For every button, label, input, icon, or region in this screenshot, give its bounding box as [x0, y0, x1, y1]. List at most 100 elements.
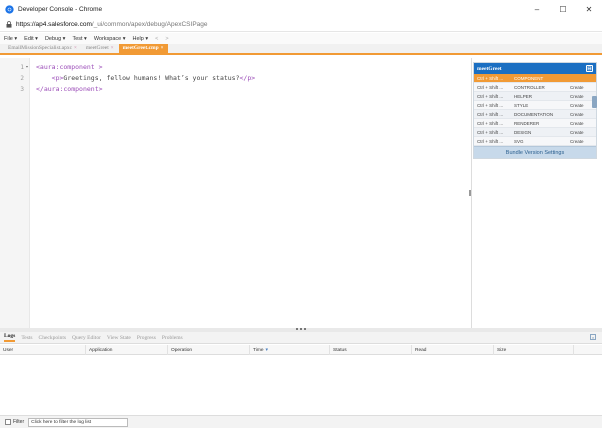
- fold-arrow-icon[interactable]: ▾: [24, 65, 30, 70]
- grip-icon: [296, 328, 306, 331]
- code-line: 2 <p>Greetings, fellow humans! What’s yo…: [0, 73, 255, 83]
- filter-label: Filter: [13, 419, 25, 425]
- code-line: 3 </aura:component>: [0, 84, 102, 94]
- bundle-row-design[interactable]: Ctrl + Shift ... DESIGN Create: [474, 128, 596, 137]
- shortcut-label: Ctrl + Shift ...: [477, 120, 504, 126]
- code-editor[interactable]: 1 ▾ <aura:component > 2 <p>Greetings, fe…: [0, 58, 472, 328]
- create-link[interactable]: Create: [570, 130, 594, 135]
- shortcut-label: Ctrl + Shift ...: [477, 111, 504, 117]
- create-link[interactable]: Create: [570, 139, 594, 144]
- filter-input[interactable]: Click here to filter the log list: [28, 417, 129, 427]
- editor-resize-handle[interactable]: [469, 190, 471, 196]
- column-label: Operation: [171, 347, 193, 353]
- column-label: Time: [253, 347, 264, 353]
- close-panel-icon[interactable]: ×: [590, 334, 596, 340]
- url-path: /_ui/common/apex/debug/ApexCSIPage: [91, 21, 208, 28]
- tab-view-state[interactable]: View State: [107, 335, 131, 341]
- column-label: Size: [497, 347, 507, 353]
- address-bar[interactable]: https://ap4.salesforce.com/_ui/common/ap…: [0, 18, 602, 32]
- tab-query-editor[interactable]: Query Editor: [72, 335, 101, 341]
- line-number: 1: [20, 63, 24, 71]
- menu-debug[interactable]: Debug ▾: [45, 36, 66, 42]
- shortcut-label: Ctrl + Shift ...: [477, 138, 504, 144]
- tab-meetgreet[interactable]: meetGreet ×: [82, 44, 118, 53]
- create-link[interactable]: Create: [570, 103, 594, 108]
- tab-checkpoints[interactable]: Checkpoints: [39, 335, 67, 341]
- window-controls: – ☐ ✕: [524, 0, 602, 18]
- bundle-item-name: HELPER: [514, 93, 533, 99]
- bundle-item-name: COMPONENT: [514, 75, 544, 81]
- menu-edit[interactable]: Edit ▾: [24, 36, 38, 42]
- lock-icon: [6, 21, 12, 28]
- filter-checkbox[interactable]: [5, 419, 11, 425]
- url-text[interactable]: https://ap4.salesforce.com/_ui/common/ap…: [16, 21, 208, 28]
- close-tab-icon[interactable]: ×: [74, 46, 77, 51]
- bottom-panel: Logs Tests Checkpoints Query Editor View…: [0, 332, 602, 434]
- close-tab-icon[interactable]: ×: [111, 46, 114, 51]
- bundle-header: meetGreet ⊟: [474, 63, 596, 74]
- tab-tests[interactable]: Tests: [21, 335, 32, 341]
- bundle-item-name: RENDERER: [514, 120, 540, 126]
- shortcut-label: Ctrl + Shift ...: [477, 84, 504, 90]
- code-tag: </p>: [239, 74, 256, 82]
- bundle-row-documentation[interactable]: Ctrl + Shift ... DOCUMENTATION Create: [474, 110, 596, 119]
- code-tag: <aura:component >: [36, 63, 103, 71]
- bundle-row-style[interactable]: Ctrl + Shift ... STYLE Create: [474, 101, 596, 110]
- bundle-row-helper[interactable]: Ctrl + Shift ... HELPER Create: [474, 92, 596, 101]
- window-titlebar: Developer Console - Chrome – ☐ ✕: [0, 0, 602, 18]
- side-panel-toggle[interactable]: [592, 96, 597, 108]
- line-gutter: [0, 58, 30, 328]
- menu-help[interactable]: Help ▾: [133, 36, 149, 42]
- nav-back-button[interactable]: <: [155, 36, 158, 42]
- collapse-icon[interactable]: ⊟: [586, 65, 593, 72]
- bundle-row-renderer[interactable]: Ctrl + Shift ... RENDERER Create: [474, 119, 596, 128]
- window-title: Developer Console - Chrome: [18, 5, 103, 13]
- shortcut-label: Ctrl + Shift ...: [477, 75, 504, 81]
- code-tag: </aura:component>: [36, 85, 103, 93]
- bundle-item-name: DOCUMENTATION: [514, 111, 554, 117]
- column-user[interactable]: User: [0, 345, 86, 355]
- column-label: Application: [89, 347, 113, 353]
- filter-bar: Filter Click here to filter the log list: [0, 415, 602, 428]
- close-tab-icon[interactable]: ×: [161, 46, 164, 51]
- tab-meetgreet-cmp[interactable]: meetGreet.cmp ×: [118, 44, 168, 53]
- close-window-button[interactable]: ✕: [576, 0, 602, 18]
- column-size[interactable]: Size: [494, 345, 574, 355]
- tab-label: meetGreet: [85, 45, 109, 51]
- menu-file[interactable]: File ▾: [4, 36, 17, 42]
- create-link[interactable]: Create: [570, 85, 594, 90]
- minimize-button[interactable]: –: [524, 0, 550, 18]
- line-number: 2: [20, 74, 24, 82]
- column-time[interactable]: Time ▾: [250, 345, 330, 355]
- file-tabs: EmailMissionSpecialist.apxc × meetGreet …: [0, 44, 602, 55]
- bundle-row-controller[interactable]: Ctrl + Shift ... CONTROLLER Create: [474, 83, 596, 92]
- line-number: 3: [20, 85, 24, 93]
- create-link[interactable]: Create: [570, 121, 594, 126]
- shortcut-label: Ctrl + Shift ...: [477, 102, 504, 108]
- bundle-item-name: SVG: [514, 138, 524, 144]
- create-link[interactable]: Create: [570, 112, 594, 117]
- shortcut-label: Ctrl + Shift ...: [477, 93, 504, 99]
- log-table-body: [0, 355, 602, 415]
- bundle-row-component[interactable]: Ctrl + Shift ... COMPONENT: [474, 74, 596, 83]
- menu-workspace[interactable]: Workspace ▾: [94, 36, 126, 42]
- column-status[interactable]: Status: [330, 345, 412, 355]
- tab-progress[interactable]: Progress: [137, 335, 156, 341]
- code-tag: <p>: [51, 74, 64, 82]
- sort-down-icon: ▾: [265, 347, 268, 353]
- menu-test[interactable]: Test ▾: [72, 36, 86, 42]
- tab-logs[interactable]: Logs: [4, 333, 16, 342]
- code-text: Greetings, fellow humans! What’s your st…: [63, 74, 240, 82]
- bundle-version-settings-button[interactable]: Bundle Version Settings: [474, 146, 596, 158]
- bundle-row-svg[interactable]: Ctrl + Shift ... SVG Create: [474, 137, 596, 146]
- nav-forward-button[interactable]: >: [165, 36, 168, 42]
- tab-problems[interactable]: Problems: [162, 335, 183, 341]
- filter-placeholder: Click here to filter the log list: [31, 419, 92, 425]
- column-read[interactable]: Read: [412, 345, 494, 355]
- create-link[interactable]: Create: [570, 94, 594, 99]
- maximize-button[interactable]: ☐: [550, 0, 576, 18]
- column-label: Read: [415, 347, 427, 353]
- tab-email-mission-specialist[interactable]: EmailMissionSpecialist.apxc ×: [4, 44, 81, 53]
- column-application[interactable]: Application: [86, 345, 168, 355]
- column-operation[interactable]: Operation: [168, 345, 250, 355]
